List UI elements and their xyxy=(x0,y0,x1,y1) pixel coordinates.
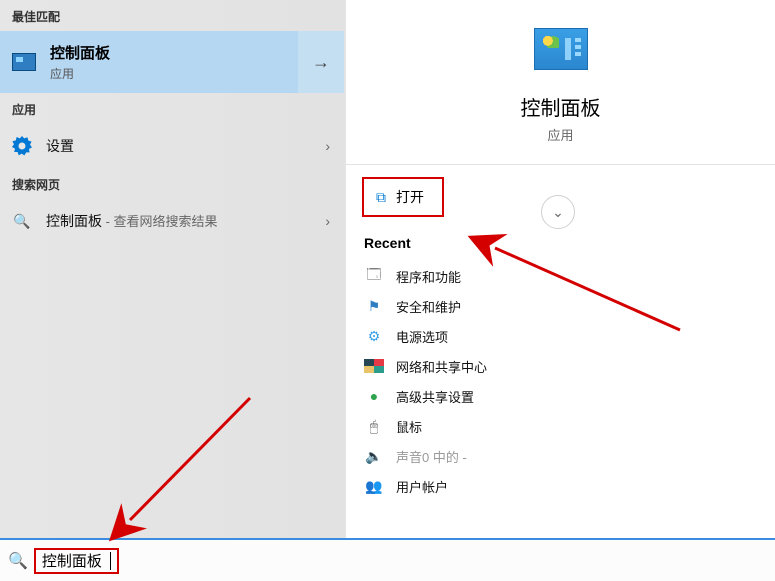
recent-item-icon: 🗔 xyxy=(364,264,384,288)
recent-item[interactable]: ⚙ 电源选项 xyxy=(364,321,757,351)
expand-more-button[interactable]: ⌄ xyxy=(541,195,575,229)
recent-item-icon xyxy=(364,359,384,373)
recent-item-label: 电源选项 xyxy=(396,327,448,346)
search-icon: 🔍 xyxy=(12,211,32,231)
recent-item[interactable]: 🗔 程序和功能 xyxy=(364,261,757,291)
app-item-settings[interactable]: 设置 › xyxy=(0,124,344,168)
app-item-label: 设置 xyxy=(46,136,74,156)
recent-item[interactable]: ⚑ 安全和维护 xyxy=(364,291,757,321)
recent-item-icon: ⚙ xyxy=(364,328,384,345)
open-button-label: 打开 xyxy=(396,187,424,207)
web-search-label: 控制面板 - 查看网络搜索结果 xyxy=(46,211,218,231)
best-match-text: 控制面板 应用 xyxy=(50,42,110,82)
web-search-item[interactable]: 🔍 控制面板 - 查看网络搜索结果 › xyxy=(0,199,344,243)
search-bar: 🔍 xyxy=(0,538,775,581)
recent-item-label: 高级共享设置 xyxy=(396,387,474,406)
recent-list: 🗔 程序和功能 ⚑ 安全和维护 ⚙ 电源选项网络和共享中心 ● 高级共享设置 🖱 鼠标 🔈 声音0 中… xyxy=(364,261,757,501)
recent-item[interactable]: 👥 用户帐户 xyxy=(364,471,757,501)
preview-pane: 控制面板 应用 ⧉ 打开 ⌄ Recent 🗔 程序和功能 ⚑ 安全和维护 ⚙ 电源选项网… xyxy=(344,0,775,538)
best-match-title: 控制面板 xyxy=(50,42,110,63)
recent-item[interactable]: 🔈 声音0 中的 - xyxy=(364,441,757,471)
recent-item[interactable]: 网络和共享中心 xyxy=(364,351,757,381)
section-header-best-match: 最佳匹配 xyxy=(0,0,344,31)
expand-arrow-icon[interactable]: → xyxy=(298,31,344,93)
recent-item-label: 声音0 中的 - xyxy=(396,447,467,466)
search-results-pane: 最佳匹配 控制面板 应用 → 应用 设置 › 搜索网页 🔍 控制面板 - 查看网… xyxy=(0,0,344,538)
gear-icon xyxy=(12,136,32,156)
open-button[interactable]: ⧉ 打开 xyxy=(362,177,444,217)
preview-header: 控制面板 应用 xyxy=(346,0,775,162)
recent-item-label: 程序和功能 xyxy=(396,267,461,286)
chevron-right-icon: › xyxy=(325,213,330,229)
preview-subtitle: 应用 xyxy=(547,125,573,144)
chevron-right-icon: › xyxy=(325,138,330,154)
actions-row: ⧉ 打开 ⌄ xyxy=(346,165,775,217)
best-match-subtitle: 应用 xyxy=(50,65,110,82)
best-match-item[interactable]: 控制面板 应用 → xyxy=(0,31,344,93)
open-icon: ⧉ xyxy=(376,189,386,206)
search-input-highlight xyxy=(34,548,119,574)
recent-item-icon: 🖱 xyxy=(364,418,384,435)
recent-header: Recent xyxy=(364,235,757,251)
section-header-web: 搜索网页 xyxy=(0,168,344,199)
recent-section: Recent 🗔 程序和功能 ⚑ 安全和维护 ⚙ 电源选项网络和共享中心 ● 高级共享设置 🖱 鼠… xyxy=(346,217,775,501)
recent-item[interactable]: 🖱 鼠标 xyxy=(364,411,757,441)
recent-item-icon: 👥 xyxy=(364,478,384,495)
recent-item-label: 安全和维护 xyxy=(396,297,461,316)
web-search-term: 控制面板 xyxy=(46,213,102,229)
recent-item[interactable]: ● 高级共享设置 xyxy=(364,381,757,411)
recent-item-label: 网络和共享中心 xyxy=(396,357,487,376)
control-panel-icon xyxy=(12,53,36,71)
recent-item-icon: ⚑ xyxy=(364,298,384,315)
recent-item-icon: 🔈 xyxy=(364,448,384,465)
section-header-apps: 应用 xyxy=(0,93,344,124)
recent-item-label: 鼠标 xyxy=(396,417,422,436)
recent-item-icon: ● xyxy=(364,388,384,404)
preview-title: 控制面板 xyxy=(521,92,601,121)
text-cursor xyxy=(110,552,111,570)
web-search-hint: - 查看网络搜索结果 xyxy=(102,214,218,229)
search-icon: 🔍 xyxy=(8,551,28,571)
search-input[interactable] xyxy=(42,552,112,569)
recent-item-label: 用户帐户 xyxy=(396,477,448,496)
control-panel-large-icon xyxy=(534,28,588,70)
